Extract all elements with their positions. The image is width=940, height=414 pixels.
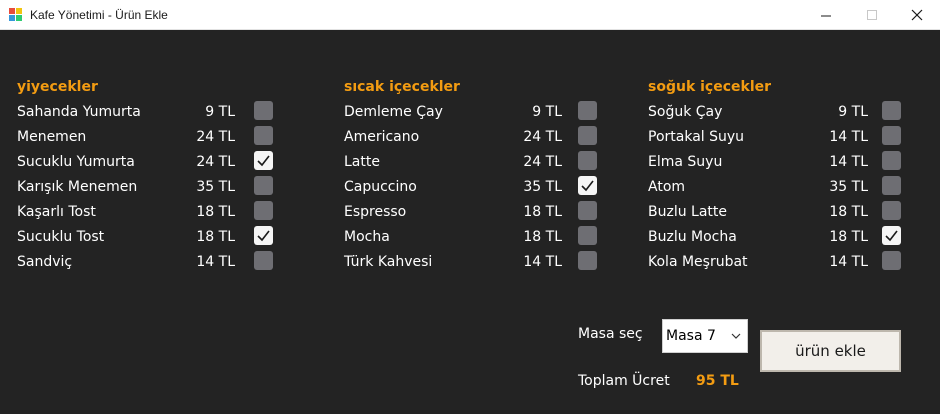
item-name: Demleme Çay: [344, 104, 443, 120]
item-checkbox[interactable]: [578, 151, 597, 170]
item-price: 14 TL: [523, 254, 562, 270]
item-checkbox[interactable]: [578, 251, 597, 270]
item-checkbox[interactable]: [882, 251, 901, 270]
checkmark-icon: [257, 230, 270, 242]
item-price: 18 TL: [829, 204, 868, 220]
item-checkbox[interactable]: [578, 226, 597, 245]
item-price: 24 TL: [196, 154, 235, 170]
item-name: Sandviç: [17, 254, 73, 270]
item-checkbox[interactable]: [882, 151, 901, 170]
table-select-label: Masa seç: [578, 326, 643, 342]
item-checkbox[interactable]: [254, 201, 273, 220]
item-price: 9 TL: [532, 104, 562, 120]
item-price: 18 TL: [829, 229, 868, 245]
item-checkbox[interactable]: [254, 126, 273, 145]
app-icon: [9, 8, 22, 21]
item-checkbox[interactable]: [882, 226, 901, 245]
item-name: Sucuklu Tost: [17, 229, 105, 245]
add-product-button[interactable]: ürün ekle: [760, 330, 901, 372]
item-name: Türk Kahvesi: [344, 254, 433, 270]
item-checkbox[interactable]: [578, 176, 597, 195]
item-name: Atom: [648, 179, 686, 195]
item-price: 14 TL: [196, 254, 235, 270]
item-name: Sucuklu Yumurta: [17, 154, 135, 170]
item-price: 35 TL: [196, 179, 235, 195]
item-checkbox[interactable]: [578, 101, 597, 120]
item-checkbox[interactable]: [254, 176, 273, 195]
item-price: 18 TL: [196, 204, 235, 220]
item-checkbox[interactable]: [882, 176, 901, 195]
item-checkbox[interactable]: [254, 101, 273, 120]
close-icon: [911, 9, 923, 21]
maximize-button[interactable]: [849, 0, 895, 30]
item-price: 24 TL: [196, 129, 235, 145]
item-name: Kola Meşrubat: [648, 254, 748, 270]
item-checkbox[interactable]: [578, 201, 597, 220]
checkmark-icon: [581, 180, 594, 192]
table-select-value: Masa 7: [666, 328, 716, 344]
item-name: Menemen: [17, 129, 87, 145]
close-button[interactable]: [894, 0, 940, 30]
total-label: Toplam Ücret: [578, 373, 670, 389]
item-price: 9 TL: [205, 104, 235, 120]
checkmark-icon: [257, 155, 270, 167]
item-name: Americano: [344, 129, 420, 145]
item-name: Elma Suyu: [648, 154, 723, 170]
item-price: 18 TL: [523, 204, 562, 220]
window-title: Kafe Yönetimi - Ürün Ekle: [30, 8, 168, 22]
item-name: Karışık Menemen: [17, 179, 138, 195]
item-name: Kaşarlı Tost: [17, 204, 96, 220]
item-name: Espresso: [344, 204, 407, 220]
item-price: 24 TL: [523, 154, 562, 170]
title-bar: Kafe Yönetimi - Ürün Ekle: [0, 0, 940, 30]
item-price: 18 TL: [523, 229, 562, 245]
header-soguk-icecekler: soğuk içecekler: [648, 79, 772, 95]
item-checkbox[interactable]: [882, 201, 901, 220]
minimize-button[interactable]: [803, 0, 849, 30]
item-price: 9 TL: [838, 104, 868, 120]
item-price: 14 TL: [829, 254, 868, 270]
total-value: 95 TL: [696, 373, 739, 389]
item-checkbox[interactable]: [254, 226, 273, 245]
item-checkbox[interactable]: [254, 151, 273, 170]
item-name: Buzlu Latte: [648, 204, 728, 220]
maximize-icon: [866, 9, 877, 20]
item-price: 14 TL: [829, 154, 868, 170]
item-checkbox[interactable]: [254, 251, 273, 270]
item-name: Mocha: [344, 229, 390, 245]
header-yiyecekler: yiyecekler: [17, 79, 98, 95]
item-name: Portakal Suyu: [648, 129, 745, 145]
item-name: Sahanda Yumurta: [17, 104, 141, 120]
item-name: Capuccino: [344, 179, 417, 195]
table-select-dropdown[interactable]: Masa 7: [662, 319, 748, 353]
checkmark-icon: [885, 230, 898, 242]
item-checkbox[interactable]: [882, 126, 901, 145]
item-price: 14 TL: [829, 129, 868, 145]
item-name: Latte: [344, 154, 380, 170]
item-name: Soğuk Çay: [648, 104, 723, 120]
minimize-icon: [820, 15, 831, 16]
item-checkbox[interactable]: [882, 101, 901, 120]
item-name: Buzlu Mocha: [648, 229, 737, 245]
item-price: 35 TL: [523, 179, 562, 195]
item-price: 24 TL: [523, 129, 562, 145]
item-checkbox[interactable]: [578, 126, 597, 145]
chevron-down-icon: [731, 333, 741, 339]
item-price: 18 TL: [196, 229, 235, 245]
header-sicak-icecekler: sıcak içecekler: [344, 79, 460, 95]
item-price: 35 TL: [829, 179, 868, 195]
